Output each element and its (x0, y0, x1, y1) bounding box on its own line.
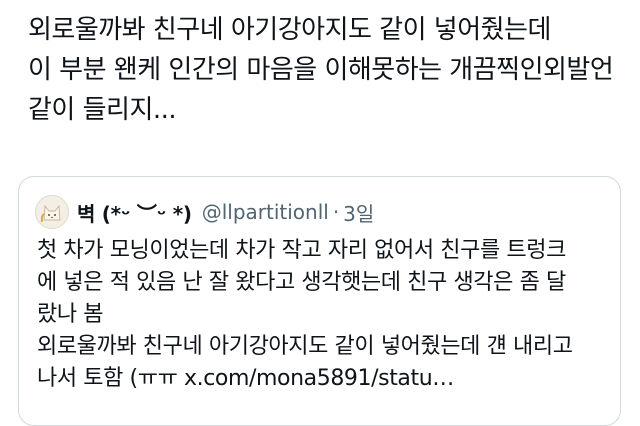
quoted-display-name[interactable]: 벽 (*ᵕ ︶ᵕ *) (77, 198, 192, 227)
quoted-tweet-card[interactable]: 벽 (*ᵕ ︶ᵕ *) @llpartitionll · 3일 첫 차가 모닝이… (18, 176, 621, 426)
quoted-text-line: 나서 토함 (ㅠㅠ x.com/mona5891/statu… (37, 366, 454, 391)
cat-avatar-icon (40, 204, 61, 223)
quoted-timestamp[interactable]: 3일 (343, 198, 374, 227)
quoted-text-line: 랐나 봄 (37, 302, 104, 327)
tweet-text-line: 이 부분 왠케 인간의 마음을 이해못하는 개끔찍인외발언 (28, 55, 614, 85)
tweet-text-line: 같이 들리지... (28, 95, 177, 125)
quoted-tweet-header: 벽 (*ᵕ ︶ᵕ *) @llpartitionll · 3일 (35, 195, 374, 229)
separator-dot: · (332, 200, 340, 224)
quoted-tweet-text: 첫 차가 모닝이었는데 차가 작고 자리 없어서 친구를 트렁크 에 넣은 적 … (37, 235, 612, 395)
quoted-text-line: 첫 차가 모닝이었는데 차가 작고 자리 없어서 친구를 트렁크 (37, 238, 566, 263)
tweet-text: 외로울까봐 친구네 아기강아지도 같이 넣어줬는데 이 부분 왠케 인간의 마음… (28, 10, 628, 130)
quoted-text-line: 외로울까봐 친구네 아기강아지도 같이 넣어줬는데 걘 내리고 (37, 334, 573, 359)
tweet-text-line: 외로울까봐 친구네 아기강아지도 같이 넣어줬는데 (28, 15, 551, 45)
avatar[interactable] (35, 195, 69, 229)
quoted-handle[interactable]: @llpartitionll (202, 200, 329, 224)
quoted-text-line: 에 넣은 적 있음 난 잘 왔다고 생각햇는데 친구 생각은 좀 달 (37, 270, 566, 295)
